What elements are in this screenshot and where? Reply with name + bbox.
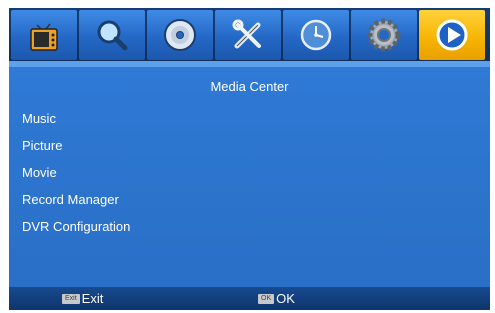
tab-clock[interactable]	[283, 10, 349, 60]
key-hint-bar: Exit Exit OK OK	[9, 287, 490, 310]
media-center-screen: Media Center Music Picture Movie Record …	[9, 8, 490, 310]
search-icon	[97, 20, 128, 51]
menu-item-music[interactable]: Music	[22, 110, 56, 128]
play-icon	[436, 19, 468, 51]
ok-hint[interactable]: OK OK	[258, 291, 295, 306]
menu-item-movie[interactable]: Movie	[22, 164, 57, 182]
page-title: Media Center	[210, 79, 289, 94]
main-menu-tab-bar	[9, 8, 490, 61]
exit-hint[interactable]: Exit Exit	[62, 291, 103, 306]
menu-panel: Media Center Music Picture Movie Record …	[9, 67, 490, 287]
menu-item-picture[interactable]: Picture	[22, 137, 62, 155]
disc-icon	[164, 19, 196, 51]
tab-tools[interactable]	[215, 10, 281, 60]
gear-icon	[367, 18, 401, 52]
tab-disc[interactable]	[147, 10, 213, 60]
tab-settings[interactable]	[351, 10, 417, 60]
tv-icon	[30, 23, 58, 51]
tab-media-center[interactable]	[419, 10, 485, 60]
ok-label: OK	[276, 291, 295, 306]
exit-key-icon: Exit	[62, 293, 80, 304]
clock-icon	[300, 19, 332, 51]
tab-tv[interactable]	[11, 10, 77, 60]
tools-icon	[232, 19, 261, 49]
ok-key-icon: OK	[258, 293, 275, 304]
menu-item-record-manager[interactable]: Record Manager	[22, 191, 119, 209]
tab-search[interactable]	[79, 10, 145, 60]
exit-label: Exit	[81, 291, 104, 306]
menu-item-dvr-configuration[interactable]: DVR Configuration	[22, 218, 130, 236]
